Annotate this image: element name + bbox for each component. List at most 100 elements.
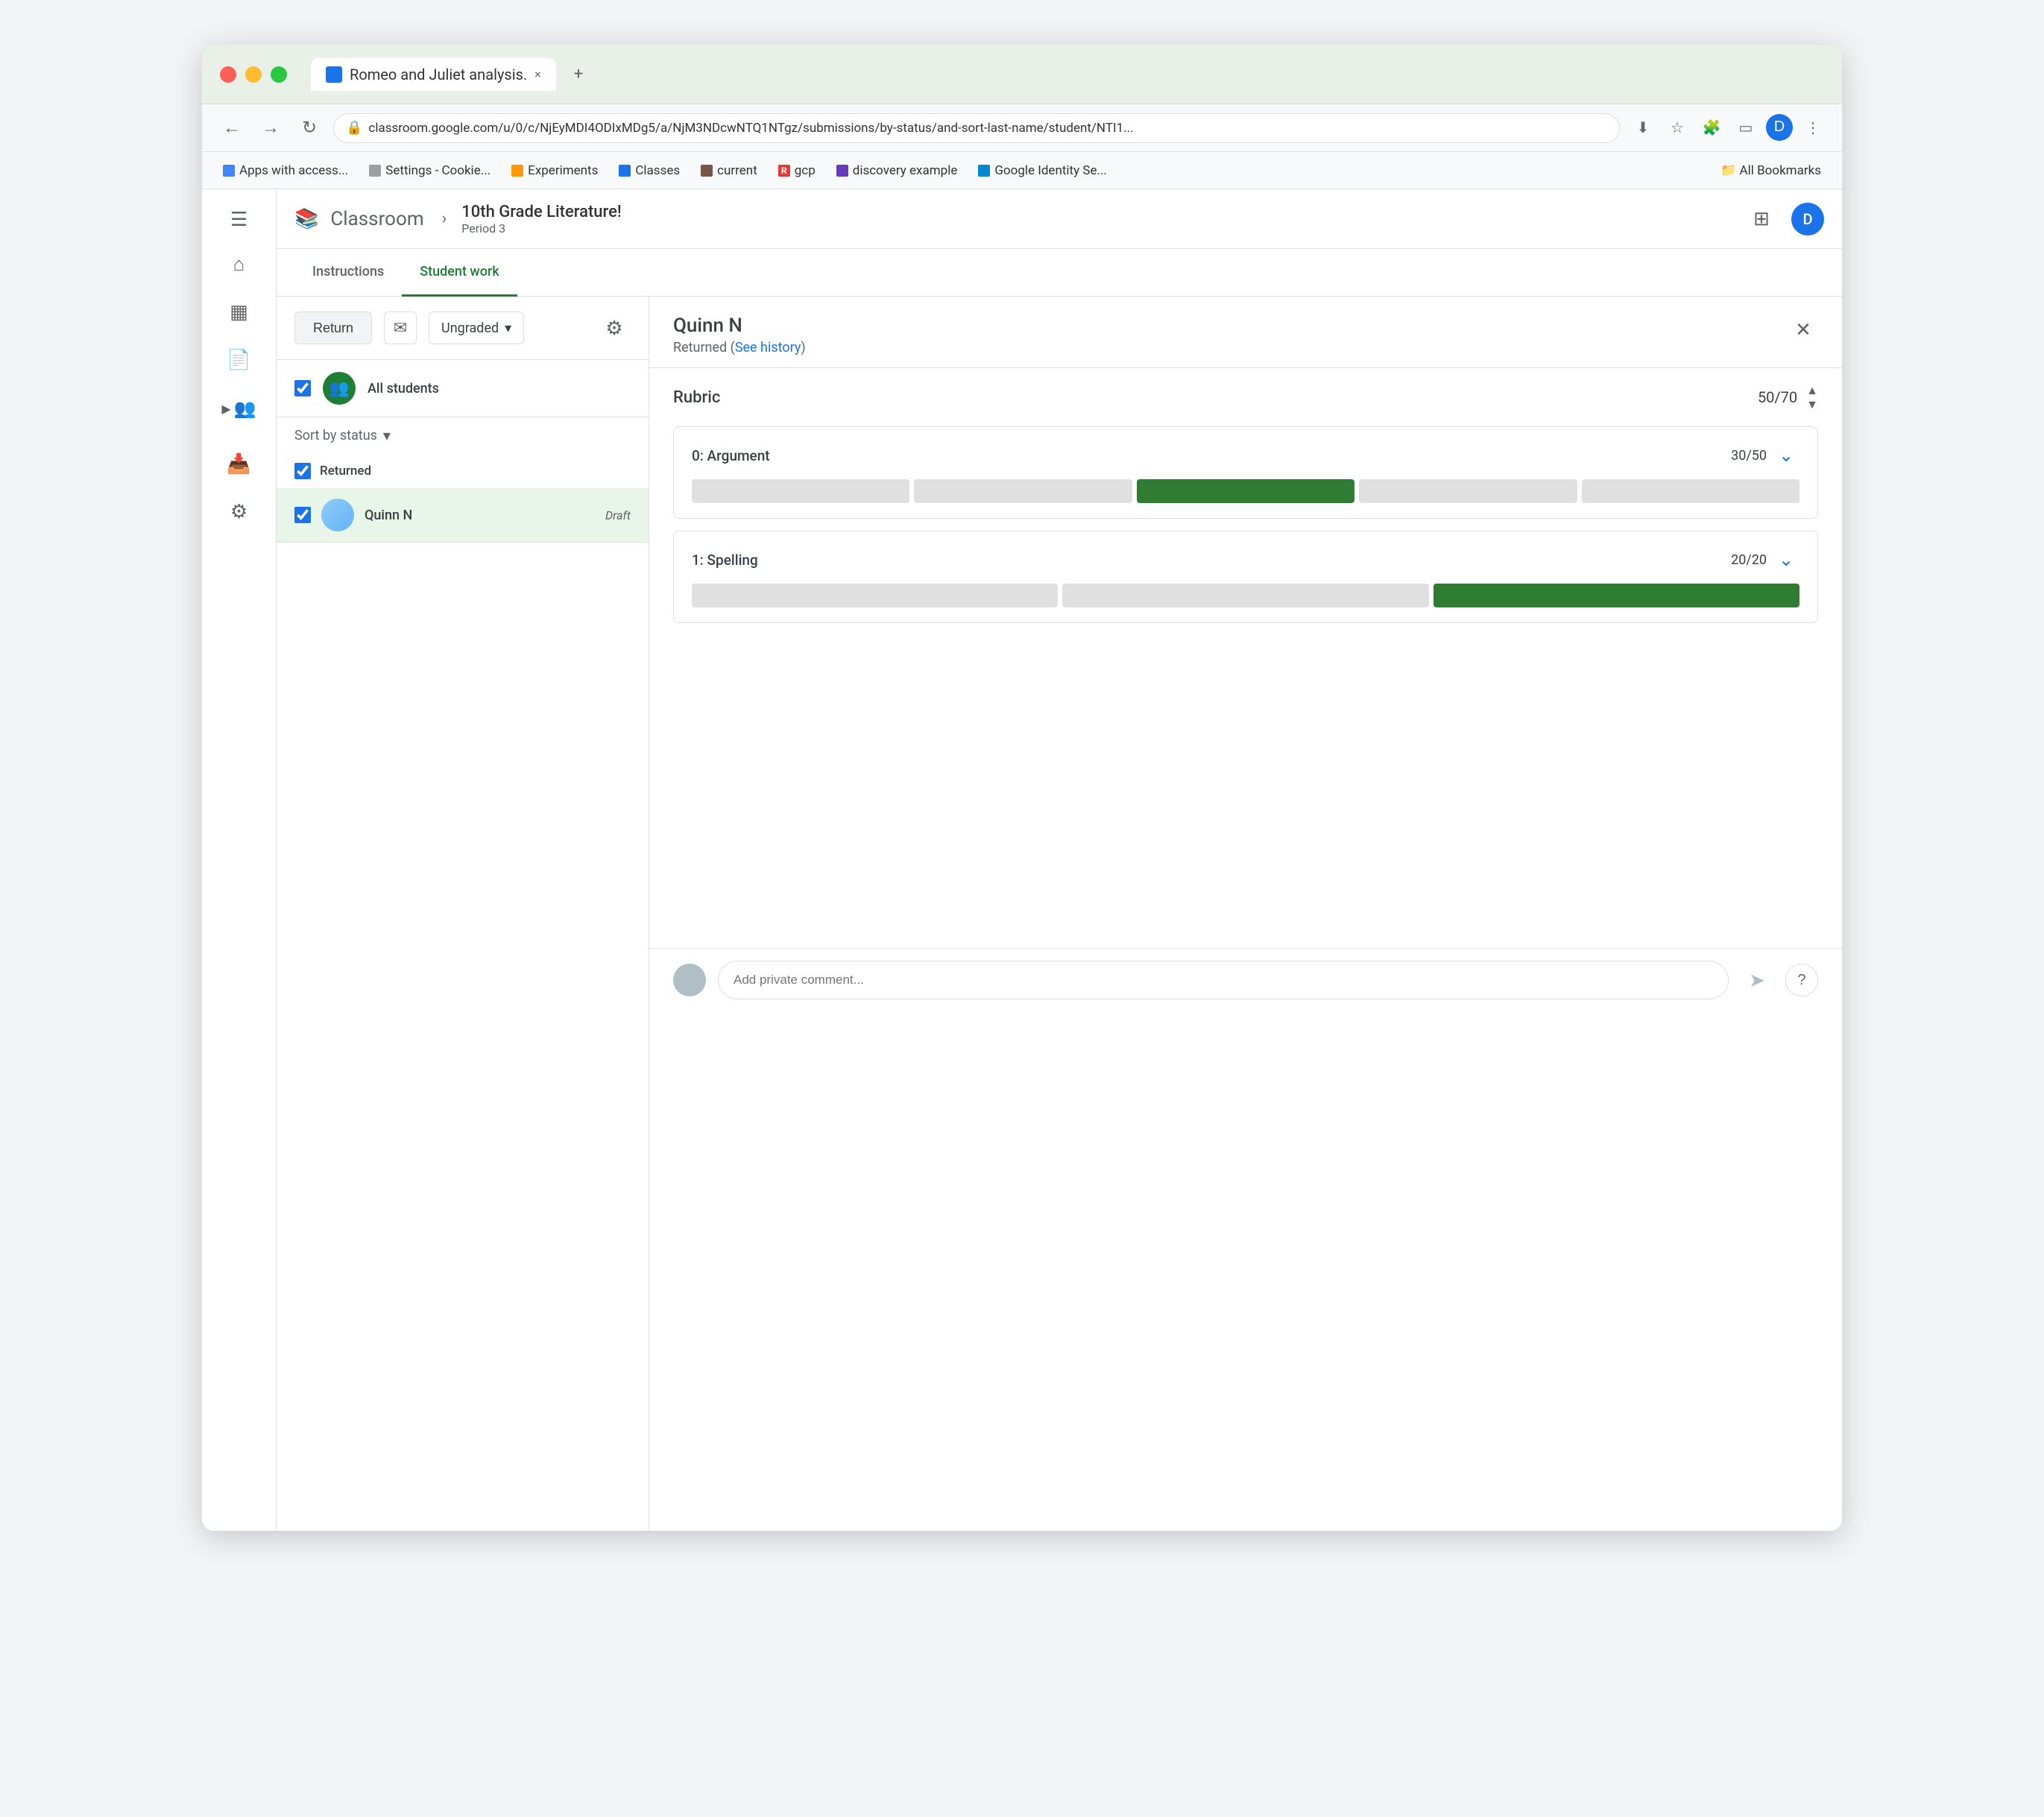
profile-btn[interactable]: D: [1766, 114, 1793, 141]
forward-btn[interactable]: →: [256, 113, 286, 143]
help-icon: ?: [1797, 972, 1805, 989]
bookmark-google-identity[interactable]: Google Identity Se...: [969, 159, 1116, 183]
tab-title: Romeo and Juliet analysis.: [350, 66, 527, 83]
student-quinn-checkbox[interactable]: [294, 507, 311, 523]
criterion-argument: 0: Argument 30/50 ⌄: [673, 426, 1818, 519]
active-tab[interactable]: Romeo and Juliet analysis. ×: [311, 58, 556, 91]
hamburger-btn[interactable]: ☰: [221, 201, 257, 237]
comment-input[interactable]: [718, 961, 1729, 999]
tab-favicon: [326, 66, 342, 83]
class-info: 10th Grade Literature! Period 3: [461, 203, 622, 236]
rubric-title: Rubric: [673, 388, 720, 407]
app-name: Classroom: [330, 208, 423, 230]
help-btn[interactable]: ?: [1785, 964, 1818, 996]
bookmark-apps[interactable]: Apps with access...: [214, 159, 357, 183]
returned-section-checkbox[interactable]: [294, 463, 311, 479]
detail-close-btn[interactable]: ✕: [1788, 315, 1818, 344]
app-header: 📚 Classroom › 10th Grade Literature! Per…: [277, 189, 1842, 249]
bookmark-btn[interactable]: ☆: [1663, 114, 1691, 142]
bookmark-discovery-label: discovery example: [853, 163, 958, 178]
send-comment-btn[interactable]: ➤: [1741, 964, 1773, 996]
bookmark-apps-label: Apps with access...: [239, 163, 348, 178]
bookmark-favicon-rpi: R: [778, 165, 790, 177]
rubric-score-value: 50/70: [1758, 388, 1797, 406]
archive-nav-btn[interactable]: 📥: [218, 443, 260, 484]
bookmark-settings[interactable]: Settings - Cookie...: [360, 159, 499, 183]
criterion-spelling: 1: Spelling 20/20 ⌄: [673, 531, 1818, 623]
bookmark-all[interactable]: 📁 All Bookmarks: [1712, 159, 1830, 183]
classroom-logo: 📚: [294, 208, 318, 230]
comment-section: ➤ ?: [649, 948, 1842, 1011]
header-right: ⊞ D: [1744, 201, 1824, 237]
bookmark-favicon-cog: [369, 165, 381, 177]
criterion-argument-expand-btn[interactable]: ⌄: [1773, 442, 1799, 469]
calendar-nav-btn[interactable]: ▦: [218, 291, 260, 332]
student-avatar-image: [321, 499, 354, 531]
back-btn[interactable]: ←: [217, 113, 247, 143]
bar-segment-1: [914, 479, 1132, 503]
google-apps-btn[interactable]: ⊞: [1744, 201, 1779, 237]
bookmark-discovery[interactable]: discovery example: [827, 159, 967, 183]
detail-spacer: [649, 650, 1842, 948]
tab-instructions-label: Instructions: [312, 264, 384, 279]
student-list-panel: Return ✉ Ungraded ▾ ⚙: [277, 297, 649, 1531]
bookmark-gid-label: Google Identity Se...: [994, 163, 1107, 178]
email-btn[interactable]: ✉: [384, 312, 417, 344]
new-tab-btn[interactable]: +: [574, 65, 583, 83]
list-settings-btn[interactable]: ⚙: [598, 312, 631, 344]
criterion-spelling-expand-btn[interactable]: ⌄: [1773, 546, 1799, 573]
bookmarks-bar: Apps with access... Settings - Cookie...…: [202, 152, 1842, 189]
minimize-window-btn[interactable]: [245, 66, 262, 83]
address-bar[interactable]: 🔒 classroom.google.com/u/0/c/NjEyMDI4ODI…: [333, 113, 1620, 143]
sidebar-toggle-btn[interactable]: ▭: [1732, 114, 1760, 142]
bookmark-current[interactable]: current: [692, 159, 766, 183]
score-up-arrow: ▲: [1806, 383, 1818, 397]
tab-instructions[interactable]: Instructions: [294, 249, 402, 297]
detail-student-name: Quinn N: [673, 315, 806, 337]
criterion-spelling-bar: [692, 584, 1799, 607]
sort-dropdown-btn[interactable]: ▾: [383, 426, 391, 445]
bookmark-favicon-disc: [836, 165, 848, 177]
close-window-btn[interactable]: [220, 66, 236, 83]
grade-arrow-icon: ▾: [505, 320, 511, 336]
all-students-checkbox[interactable]: [294, 380, 311, 396]
tab-student-work[interactable]: Student work: [402, 249, 517, 297]
people-expand[interactable]: ▶ 👥: [215, 392, 262, 425]
assignments-nav-btn[interactable]: 📄: [218, 338, 260, 380]
bookmark-favicon-exp: [511, 165, 523, 177]
student-name-quinn: Quinn N: [365, 508, 412, 523]
rubric-total-score: 50/70 ▲ ▼: [1758, 383, 1818, 411]
bookmark-experiments[interactable]: Experiments: [502, 159, 607, 183]
return-btn[interactable]: Return: [294, 312, 372, 344]
student-status-quinn: Draft: [605, 508, 631, 522]
app-sidebar: ☰ ⌂ ▦ 📄 ▶ 👥 📥 ⚙: [202, 189, 277, 1531]
sort-arrow-icon: ▾: [383, 426, 391, 445]
see-history-link[interactable]: See history: [735, 340, 801, 356]
grade-select[interactable]: Ungraded ▾: [429, 312, 524, 344]
detail-header: Quinn N Returned (See history) ✕: [649, 297, 1842, 368]
reload-btn[interactable]: ↻: [294, 113, 324, 143]
breadcrumb-sep: ›: [442, 209, 447, 228]
download-btn[interactable]: ⬇: [1629, 114, 1657, 142]
criterion-argument-score-area: 30/50 ⌄: [1731, 442, 1799, 469]
bookmark-gcp[interactable]: R gcp: [769, 159, 824, 183]
student-avatar-quinn: [321, 499, 354, 531]
extensions-btn[interactable]: 🧩: [1697, 114, 1726, 142]
bookmark-classes[interactable]: Classes: [610, 159, 689, 183]
bar-segment-2: [1137, 479, 1354, 503]
class-period: Period 3: [461, 221, 622, 236]
bookmark-all-label: 📁 All Bookmarks: [1720, 163, 1821, 178]
settings-nav-btn[interactable]: ⚙: [218, 490, 260, 532]
user-avatar[interactable]: D: [1791, 203, 1824, 236]
submission-status-text: Returned (: [673, 340, 735, 356]
tab-close-btn[interactable]: ×: [534, 67, 541, 81]
student-row-quinn[interactable]: Quinn N Draft: [277, 488, 649, 543]
main-content: 📚 Classroom › 10th Grade Literature! Per…: [277, 189, 1842, 1531]
rubric-score-arrows[interactable]: ▲ ▼: [1806, 383, 1818, 411]
menu-btn[interactable]: ⋮: [1799, 114, 1827, 142]
all-students-label: All students: [368, 381, 439, 396]
home-nav-btn[interactable]: ⌂: [218, 243, 260, 285]
toolbar-icons: ⬇ ☆ 🧩 ▭ D ⋮: [1629, 114, 1827, 142]
section-returned-header: Returned: [277, 454, 649, 488]
fullscreen-window-btn[interactable]: [271, 66, 287, 83]
